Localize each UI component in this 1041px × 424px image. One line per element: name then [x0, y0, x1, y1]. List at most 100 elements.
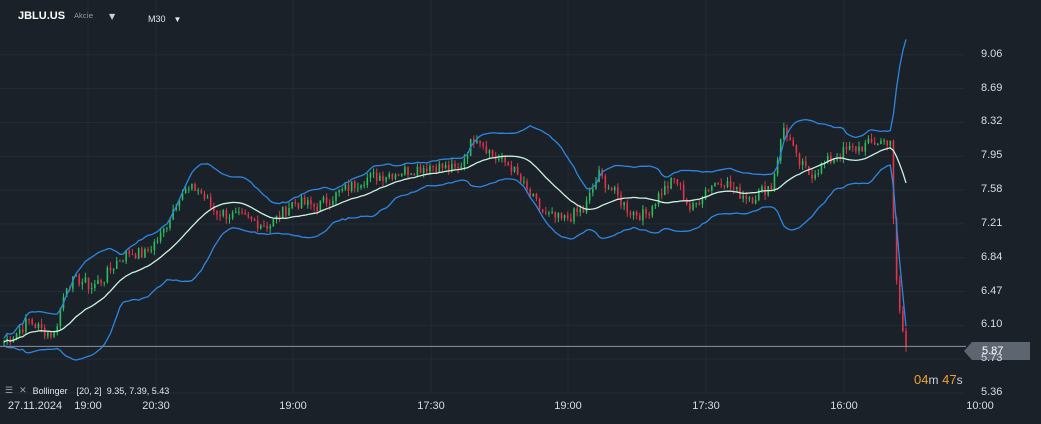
candle-body — [416, 166, 419, 176]
candle-body — [795, 145, 798, 154]
candle-body — [660, 193, 663, 196]
candle-body — [379, 175, 381, 181]
candle-body — [21, 329, 24, 333]
candle-body — [441, 163, 444, 169]
candle-body — [635, 211, 638, 216]
candle-body — [667, 185, 669, 189]
x-tick-label: 20:30 — [142, 400, 170, 412]
candle-body — [698, 202, 701, 205]
countdown-minutes-unit: m — [928, 373, 939, 387]
candle-body — [479, 140, 481, 144]
y-tick-label: 7.58 — [981, 183, 1003, 196]
candle-body — [159, 232, 162, 241]
candle-body — [745, 195, 748, 200]
countdown-minutes: 04 — [914, 372, 929, 387]
candle-body — [707, 190, 710, 192]
candle-body — [256, 220, 259, 229]
candle-body — [770, 185, 773, 190]
candle-body — [873, 142, 876, 145]
candle-body — [629, 212, 632, 216]
y-tick-label: 8.69 — [981, 81, 1003, 94]
candle-body — [516, 166, 519, 175]
candle-body — [535, 193, 538, 200]
candle-body — [31, 319, 33, 325]
timeframe-label[interactable]: M30 — [148, 14, 166, 24]
candle-body — [18, 329, 21, 334]
indicator-values: 9.35, 7.39, 5.43 — [106, 385, 170, 396]
bollinger-middle-band — [3, 147, 907, 343]
candle-body — [234, 212, 237, 214]
candle-body — [435, 166, 438, 173]
caret-down-icon[interactable]: ▼ — [174, 15, 182, 24]
candle-body — [94, 284, 96, 289]
candle-body — [541, 209, 544, 213]
candle-body — [905, 331, 907, 347]
candle-body — [545, 212, 547, 214]
candle-body — [15, 333, 18, 339]
candle-body — [883, 140, 885, 142]
price-chart[interactable] — [0, 0, 1041, 424]
timeframe-selector[interactable]: M30 ▼ — [148, 14, 181, 24]
candle-body — [438, 163, 441, 173]
close-icon[interactable]: ✕ — [19, 385, 28, 396]
candle-body — [137, 248, 140, 259]
candle-body — [281, 206, 284, 219]
candle-body — [654, 204, 657, 207]
candle-body — [53, 332, 55, 337]
candle-body — [432, 166, 434, 168]
candle-body — [353, 181, 356, 189]
symbol-selector[interactable]: JBLU.US Akcie ▼ — [18, 10, 115, 22]
candle-body — [363, 184, 365, 186]
candle-body — [510, 165, 513, 172]
candle-body — [804, 161, 807, 167]
candle-body — [460, 166, 463, 169]
candle-body — [842, 147, 845, 159]
candle-body — [206, 197, 209, 199]
candle-body — [798, 153, 801, 165]
candle-body — [25, 318, 27, 333]
candle-body — [43, 327, 46, 337]
candle-body — [372, 172, 375, 174]
candle-body — [263, 225, 265, 227]
x-tick-label: 19:00 — [554, 400, 582, 412]
x-tick-label: 17:30 — [692, 400, 720, 412]
candle-body — [792, 140, 795, 146]
candle-body — [313, 204, 315, 207]
bars-icon[interactable]: ☰ — [5, 385, 14, 396]
candle-body — [748, 197, 751, 200]
candle-body — [579, 209, 582, 213]
candle-body — [191, 183, 193, 189]
candle-body — [294, 202, 297, 204]
candle-body — [642, 209, 644, 221]
candle-body — [47, 332, 49, 337]
candle-body — [858, 146, 860, 152]
candle-body — [457, 167, 459, 169]
candle-body — [488, 150, 491, 154]
candle-body — [864, 143, 867, 152]
candle-body — [617, 187, 619, 196]
candle-body — [112, 268, 115, 271]
candle-body — [645, 209, 647, 214]
candle-body — [162, 228, 165, 233]
candle-body — [209, 197, 212, 207]
caret-down-icon[interactable]: ▼ — [109, 12, 115, 21]
y-tick-label: 7.21 — [981, 216, 1003, 229]
candle-body — [604, 175, 607, 189]
candle-body — [485, 145, 488, 154]
x-tick-label: 17:30 — [417, 400, 445, 412]
candle-body — [335, 192, 337, 202]
candle-body — [288, 208, 290, 216]
candle-body — [153, 241, 156, 251]
candle-body — [632, 211, 635, 216]
candle-body — [689, 203, 691, 210]
candle-body — [426, 168, 428, 172]
candle-body — [144, 249, 146, 258]
symbol-name[interactable]: JBLU.US — [18, 10, 65, 22]
candle-body — [801, 161, 804, 165]
chart-canvas[interactable] — [0, 0, 1041, 424]
candle-body — [397, 174, 400, 176]
candle-body — [269, 226, 272, 229]
candle-body — [50, 332, 52, 337]
candle-body — [109, 267, 112, 271]
candle-body — [166, 228, 168, 230]
